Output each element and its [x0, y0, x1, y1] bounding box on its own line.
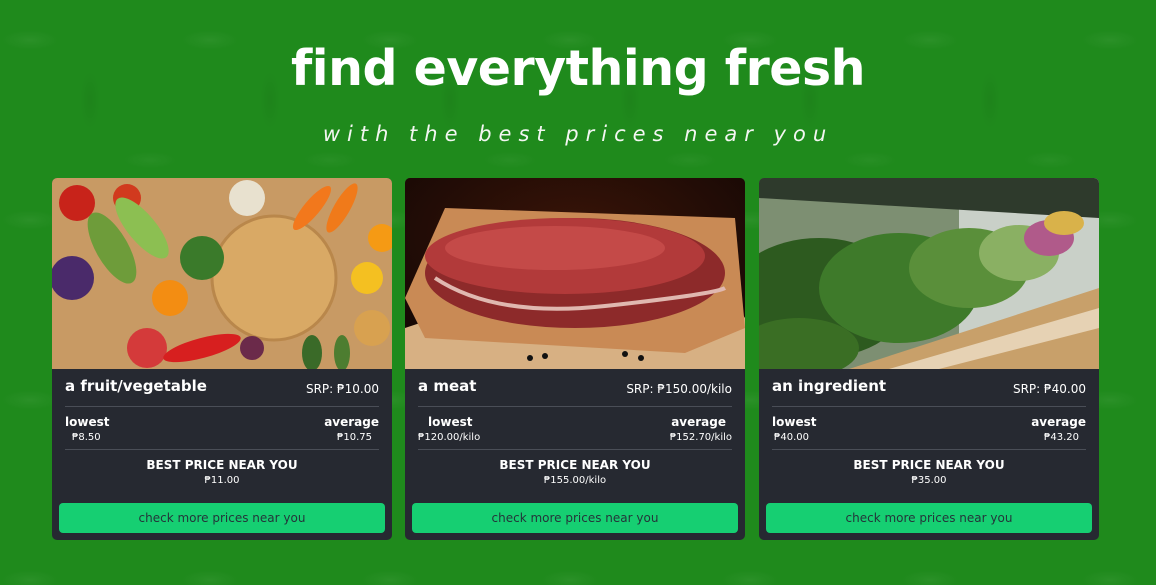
product-name: a meat: [418, 377, 477, 395]
divider: [772, 449, 1086, 450]
product-name: an ingredient: [772, 377, 887, 395]
average-label: average: [671, 415, 726, 429]
divider: [418, 449, 732, 450]
best-price-label: BEST PRICE NEAR YOU: [146, 458, 298, 472]
srp-price: SRP: ₱150.00/kilo: [626, 382, 732, 396]
meat-image: [405, 178, 745, 369]
divider: [65, 406, 379, 407]
product-name: a fruit/vegetable: [65, 377, 207, 395]
check-more-prices-button[interactable]: check more prices near you: [59, 503, 385, 533]
lowest-price: ₱120.00/kilo: [418, 432, 481, 443]
srp-price: SRP: ₱10.00: [305, 382, 379, 396]
average-label: average: [324, 415, 379, 429]
lowest-price: ₱40.00: [774, 432, 809, 443]
product-card-meat: a meat SRP: ₱150.00/kilo lowest ₱120.00/…: [405, 178, 745, 540]
hero-title: find everything fresh: [290, 40, 866, 97]
best-price-value: ₱35.00: [911, 475, 947, 486]
srp-price: SRP: ₱40.00: [1012, 382, 1086, 396]
best-price-label: BEST PRICE NEAR YOU: [499, 458, 651, 472]
average-price: ₱43.20: [1044, 432, 1079, 443]
best-price-value: ₱155.00/kilo: [543, 475, 607, 486]
divider: [772, 406, 1086, 407]
product-card-fruit-vegetable: a fruit/vegetable SRP: ₱10.00 lowest ₱8.…: [52, 178, 392, 540]
lowest-label: lowest: [772, 415, 817, 429]
best-price-value: ₱11.00: [204, 475, 240, 486]
divider: [65, 449, 379, 450]
hero-subtitle: with the best prices near you: [322, 122, 834, 146]
lowest-label: lowest: [65, 415, 110, 429]
ingredient-image: [759, 178, 1099, 369]
fruit-vegetable-image: [52, 178, 392, 369]
average-price: ₱10.75: [337, 432, 372, 443]
best-price-label: BEST PRICE NEAR YOU: [853, 458, 1005, 472]
check-more-prices-button[interactable]: check more prices near you: [766, 503, 1092, 533]
lowest-price: ₱8.50: [72, 432, 101, 443]
product-card-ingredient: an ingredient SRP: ₱40.00 lowest ₱40.00 …: [759, 178, 1099, 540]
check-more-prices-button[interactable]: check more prices near you: [412, 503, 738, 533]
average-label: average: [1031, 415, 1086, 429]
average-price: ₱152.70/kilo: [669, 432, 732, 443]
divider: [418, 406, 732, 407]
lowest-label: lowest: [428, 415, 473, 429]
